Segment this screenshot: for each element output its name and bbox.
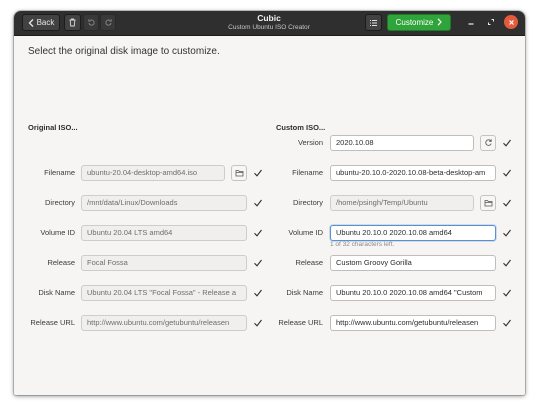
custom-iso-heading: Custom ISO... [276, 123, 326, 132]
checkmark-icon [503, 319, 511, 327]
undo-button[interactable] [83, 14, 99, 31]
original-release-url-field[interactable]: http://www.ubuntu.com/getubuntu/releasen [81, 315, 247, 331]
refresh-icon [484, 134, 493, 152]
chevron-left-icon [28, 18, 34, 27]
original-directory-label: Directory [44, 198, 75, 207]
browse-directory-button[interactable] [480, 195, 496, 211]
checkmark-icon [503, 289, 511, 297]
original-disk-name-label: Disk Name [38, 288, 75, 297]
back-button[interactable]: Back [22, 14, 60, 31]
volume-id-character-hint: 1 of 32 characters left. [330, 241, 395, 248]
window-title: Cubic [257, 13, 281, 23]
undo-icon [87, 18, 96, 27]
cubic-window: Back Cubic Custom Ubuntu ISO Creator Cus… [14, 11, 525, 395]
custom-version-label: Version [297, 138, 323, 147]
refresh-version-button[interactable] [480, 135, 496, 151]
checkmark-icon [503, 199, 511, 207]
custom-disk-name-label: Disk Name [286, 288, 323, 297]
original-release-field[interactable]: Focal Fossa [81, 255, 247, 271]
original-iso-heading: Original ISO... [28, 123, 78, 132]
custom-release-field[interactable]: Custom Groovy Gorilla [330, 255, 496, 271]
custom-volume-id-label: Volume ID [288, 228, 323, 237]
close-icon [508, 13, 515, 31]
minimize-button[interactable] [464, 15, 478, 29]
menu-button[interactable] [365, 14, 382, 31]
original-filename-field[interactable]: ubuntu-20.04-desktop-amd64.iso [81, 165, 225, 181]
original-release-label: Release [47, 258, 75, 267]
chevron-right-icon [437, 17, 443, 28]
original-release-url-label: Release URL [30, 318, 75, 327]
customize-button-label: Customize [395, 18, 434, 27]
delete-button[interactable] [64, 14, 81, 31]
instruction-text: Select the original disk image to custom… [28, 46, 220, 57]
checkmark-icon [503, 259, 511, 267]
custom-version-field[interactable]: 2020.10.08 [330, 135, 474, 151]
checkmark-icon [503, 229, 511, 237]
custom-release-url-label: Release URL [278, 318, 323, 327]
customize-button[interactable]: Customize [387, 14, 451, 31]
original-directory-field[interactable]: /mnt/data/Linux/Downloads [81, 195, 247, 211]
custom-filename-label: Filename [292, 168, 323, 177]
window-subtitle: Custom Ubuntu ISO Creator [228, 24, 310, 31]
original-volume-id-label: Volume ID [40, 228, 75, 237]
trash-icon [68, 18, 77, 27]
checkmark-icon [503, 169, 511, 177]
original-filename-label: Filename [44, 168, 75, 177]
custom-filename-field[interactable]: ubuntu-20.10.0-2020.10.08-beta-desktop-a… [330, 165, 496, 181]
custom-release-url-field[interactable]: http://www.ubuntu.com/getubuntu/releasen [330, 315, 496, 331]
redo-icon [104, 18, 113, 27]
redo-button[interactable] [100, 14, 116, 31]
custom-directory-field[interactable]: /home/psingh/Temp/Ubuntu [330, 195, 474, 211]
custom-disk-name-field[interactable]: Ubuntu 20.10.0 2020.10.08 amd64 "Custom [330, 285, 496, 301]
back-button-label: Back [36, 18, 55, 27]
close-button[interactable] [504, 15, 518, 29]
original-volume-id-field[interactable]: Ubuntu 20.04 LTS amd64 [81, 225, 247, 241]
maximize-button[interactable] [484, 15, 498, 29]
folder-icon [484, 194, 493, 212]
custom-release-label: Release [295, 258, 323, 267]
maximize-icon [487, 13, 495, 31]
custom-directory-label: Directory [292, 198, 323, 207]
original-disk-name-field[interactable]: Ubuntu 20.04 LTS "Focal Fossa" - Release… [81, 285, 247, 301]
custom-volume-id-field[interactable]: Ubuntu 20.10.0 2020.10.08 amd64 [330, 225, 496, 241]
checkmark-icon [503, 139, 511, 147]
list-icon [369, 19, 378, 27]
minimize-icon [467, 13, 475, 31]
folder-icon [235, 164, 244, 182]
browse-original-button[interactable] [231, 165, 247, 181]
header-bar: Back Cubic Custom Ubuntu ISO Creator Cus… [14, 11, 525, 36]
